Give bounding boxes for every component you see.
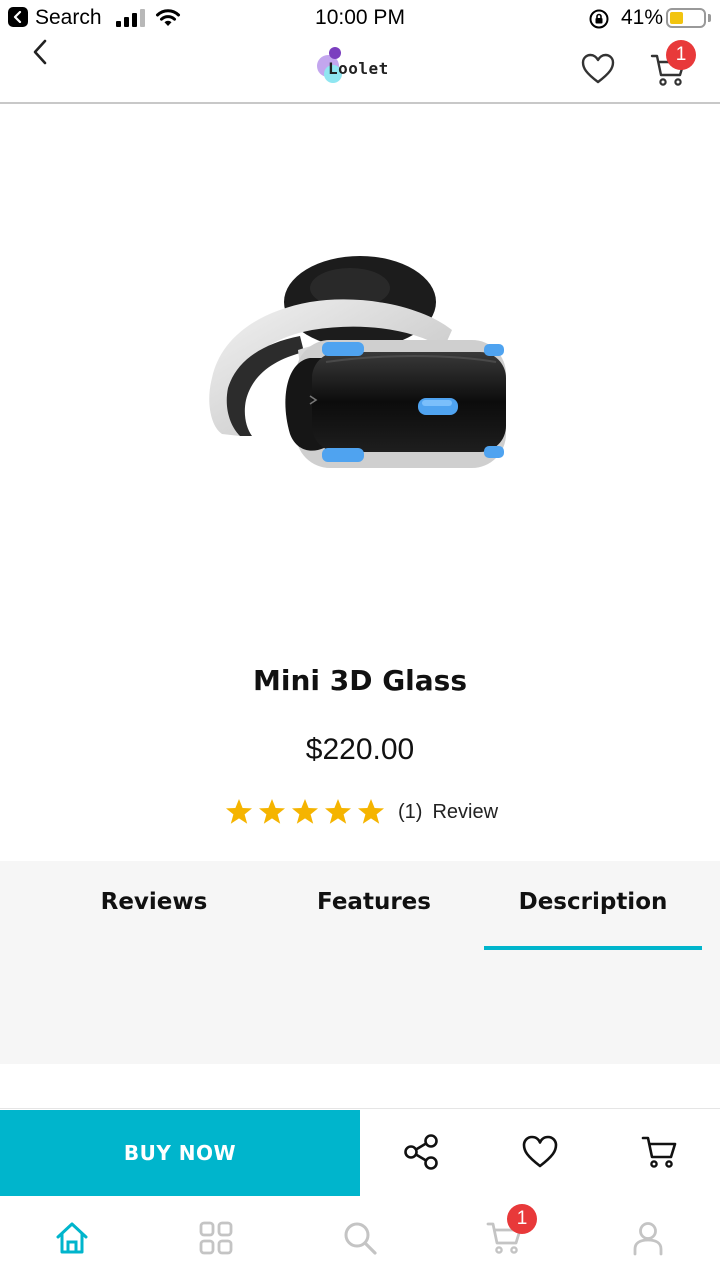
active-tab-indicator [484,946,702,950]
star-icon [226,799,252,824]
add-to-cart-icon[interactable] [641,1134,679,1170]
product-action-bar: BUY NOW [0,1108,720,1196]
product-detail-tabs: Reviews Features Description [0,861,720,1064]
back-arrow-icon[interactable] [28,38,64,70]
add-to-wishlist-heart-icon[interactable] [521,1134,559,1170]
loolet-logo[interactable]: Loolet [316,47,406,87]
share-icon[interactable] [402,1133,440,1171]
battery-level-fill [670,12,683,24]
review-label: Review [432,800,499,823]
orientation-lock-icon [589,9,609,29]
review-count: (1) [398,800,423,823]
product-rating[interactable]: (1) Review [224,795,498,829]
buy-now-button[interactable]: BUY NOW [0,1110,360,1196]
battery-icon [666,8,706,28]
clock: 10:00 PM [315,6,405,29]
categories-grid-icon[interactable] [198,1220,234,1256]
wishlist-heart-icon[interactable] [580,52,616,86]
search-icon[interactable] [342,1220,378,1256]
product-title: Mini 3D Glass [252,664,468,697]
logo-dot-purple [329,47,341,59]
star-icon [292,799,318,824]
home-icon[interactable] [54,1220,90,1256]
tab-description[interactable]: Description [484,889,702,915]
product-image-vr-headset[interactable] [200,250,520,480]
bottom-navigation: 1 [0,1196,720,1280]
battery-cap [708,14,711,22]
nav-cart-count-badge: 1 [507,1204,537,1234]
account-user-icon[interactable] [630,1220,666,1256]
app-header: Loolet 1 [0,38,720,104]
logo-text: Loolet [328,59,389,78]
battery-percentage: 41% [621,6,664,29]
cart-count-badge: 1 [666,40,696,70]
tab-reviews[interactable]: Reviews [44,889,264,915]
status-bar: Search 10:00 PM 41% [0,0,720,38]
star-rating [224,797,386,827]
tab-features[interactable]: Features [264,889,484,915]
product-price: $220.00 [305,733,415,766]
star-icon [325,799,351,824]
star-icon [358,799,384,824]
star-icon [259,799,285,824]
